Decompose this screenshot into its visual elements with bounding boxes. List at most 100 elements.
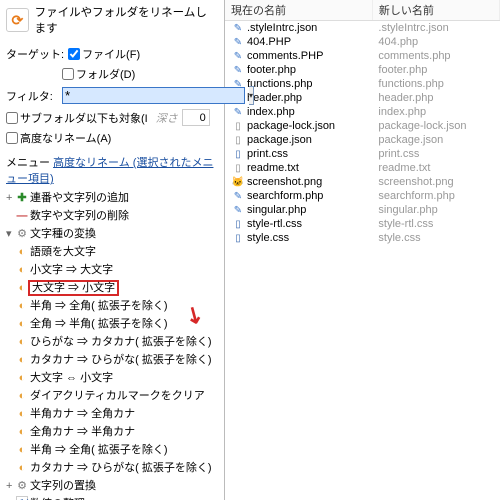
- tree-item-label: ひらがな ⇒ カタカナ( 拡張子を除く): [30, 336, 212, 348]
- target-file-checkbox[interactable]: ファイル(F): [68, 46, 140, 62]
- folder-check[interactable]: [62, 68, 74, 80]
- tree-twisty-icon[interactable]: +: [6, 192, 16, 204]
- tree-item[interactable]: ◐大文字 ⇒ 小文字: [6, 278, 218, 296]
- tree-item[interactable]: +⚙文字列の置換: [6, 476, 218, 494]
- dot-icon: ◐: [16, 462, 28, 474]
- file-current-name: functions.php: [247, 78, 312, 90]
- menu-label[interactable]: メニュー: [6, 157, 50, 169]
- file-current-name: searchform.php: [247, 190, 323, 202]
- subfolder-row: サブフォルダ以下も対象(I 深さ: [6, 109, 218, 126]
- advanced-checkbox[interactable]: 高度なリネーム(A): [6, 130, 111, 146]
- tree-item-label: ダイアクリティカルマークをクリア: [30, 390, 205, 402]
- table-row[interactable]: ✎.styleIntrc.json.styleIntrc.json: [225, 21, 500, 36]
- tree-twisty-icon[interactable]: ▾: [6, 227, 16, 240]
- tree-item[interactable]: ◐ダイアクリティカルマークをクリア: [6, 386, 218, 404]
- filter-dropdown[interactable]: ▾: [249, 86, 254, 105]
- tree-item-label: 半角 ⇒ 全角( 拡張子を除く): [30, 300, 168, 312]
- file-icon: ✎: [231, 191, 245, 202]
- tree-item[interactable]: ▾⚙文字種の変換: [6, 224, 218, 242]
- tree-item-label: 文字列の置換: [30, 480, 96, 492]
- file-icon: ✎: [231, 51, 245, 62]
- file-current-name: screenshot.png: [247, 176, 322, 188]
- depth-input[interactable]: [182, 109, 210, 126]
- table-row[interactable]: ✎404.PHP404.php: [225, 35, 500, 49]
- tree-item[interactable]: ⅑数値の整理: [6, 494, 218, 500]
- table-row[interactable]: ▯package.jsonpackage.json: [225, 133, 500, 147]
- tree-item[interactable]: ◐カタカナ ⇒ ひらがな( 拡張子を除く): [6, 350, 218, 368]
- file-current-name: singular.php: [247, 204, 306, 216]
- subfolder-label: サブフォルダ以下も対象(I: [20, 110, 148, 126]
- file-icon: ✎: [231, 37, 245, 48]
- advanced-row: 高度なリネーム(A): [6, 130, 218, 146]
- file-check[interactable]: [68, 48, 80, 60]
- plus-icon: ✚: [16, 191, 28, 204]
- panel-title: ファイルやフォルダをリネームします: [35, 4, 218, 36]
- tree-item-label: 文字種の変換: [30, 228, 96, 240]
- tree-item-label: カタカナ ⇒ ひらがな( 拡張子を除く): [30, 462, 212, 474]
- file-new-name: style-rtl.css: [372, 217, 499, 231]
- col-current[interactable]: 現在の名前: [225, 0, 372, 21]
- table-row[interactable]: ✎footer.phpfooter.php: [225, 63, 500, 77]
- subfolder-checkbox[interactable]: サブフォルダ以下も対象(I: [6, 110, 148, 126]
- tree-item[interactable]: ◐小文字 ⇒ 大文字: [6, 260, 218, 278]
- subfolder-check[interactable]: [6, 112, 18, 124]
- dot-icon: ◐: [16, 282, 28, 294]
- dot-icon: ◐: [16, 372, 28, 384]
- file-current-name: header.php: [247, 92, 302, 104]
- dot-icon: ◐: [16, 246, 28, 258]
- file-new-name: screenshot.png: [372, 175, 499, 189]
- table-row[interactable]: ▯style-rtl.cssstyle-rtl.css: [225, 217, 500, 231]
- file-current-name: package-lock.json: [247, 120, 335, 132]
- file-new-name: functions.php: [372, 77, 499, 91]
- advanced-check[interactable]: [6, 132, 18, 144]
- file-current-name: index.php: [247, 106, 295, 118]
- gear-icon: ⚙: [16, 479, 28, 492]
- file-current-name: print.css: [247, 148, 288, 160]
- minus-icon: —: [16, 210, 28, 222]
- tree-item[interactable]: ◐カタカナ ⇒ ひらがな( 拡張子を除く): [6, 458, 218, 476]
- tree-item-label: 数字や文字列の削除: [30, 210, 129, 222]
- table-row[interactable]: ✎index.phpindex.php: [225, 105, 500, 119]
- table-row[interactable]: ▯readme.txtreadme.txt: [225, 161, 500, 175]
- refresh-icon[interactable]: ⟳: [6, 8, 29, 32]
- target-folder-checkbox[interactable]: フォルダ(D): [62, 66, 135, 82]
- tree-item[interactable]: ◐全角カナ ⇒ 半角カナ: [6, 422, 218, 440]
- file-list-panel: 現在の名前 新しい名前 ✎.styleIntrc.json.styleIntrc…: [225, 0, 500, 500]
- tree-item[interactable]: ◐ひらがな ⇒ カタカナ( 拡張子を除く): [6, 332, 218, 350]
- file-icon: ▯: [231, 219, 245, 230]
- action-tree[interactable]: +✚連番や文字列の追加—数字や文字列の削除▾⚙文字種の変換◐語頭を大文字◐小文字…: [6, 188, 218, 500]
- tree-item[interactable]: —数字や文字列の削除: [6, 206, 218, 224]
- file-new-name: print.css: [372, 147, 499, 161]
- file-icon: ▯: [231, 135, 245, 146]
- target-row: ターゲット: ファイル(F): [6, 46, 218, 62]
- table-row[interactable]: ✎searchform.phpsearchform.php: [225, 189, 500, 203]
- table-row[interactable]: ▯package-lock.jsonpackage-lock.json: [225, 119, 500, 133]
- file-new-name: style.css: [372, 231, 499, 245]
- table-row[interactable]: 🐱screenshot.pngscreenshot.png: [225, 175, 500, 189]
- tree-item[interactable]: ◐大文字 ⇔ 小文字: [6, 368, 218, 386]
- col-new[interactable]: 新しい名前: [372, 0, 499, 21]
- tree-item[interactable]: ◐半角カナ ⇒ 全角カナ: [6, 404, 218, 422]
- table-row[interactable]: ▯style.cssstyle.css: [225, 231, 500, 245]
- folder-check-label: フォルダ(D): [76, 66, 135, 82]
- tree-twisty-icon[interactable]: +: [6, 480, 16, 492]
- tree-item-label: 連番や文字列の追加: [30, 192, 129, 204]
- target-folder-row: フォルダ(D): [6, 66, 218, 82]
- file-new-name: package.json: [372, 133, 499, 147]
- table-row[interactable]: ✎comments.PHPcomments.php: [225, 49, 500, 63]
- table-row[interactable]: ✎header.phpheader.php: [225, 91, 500, 105]
- tree-item-label: 全角カナ ⇒ 半角カナ: [30, 426, 135, 438]
- table-row[interactable]: ✎singular.phpsingular.php: [225, 203, 500, 217]
- table-row[interactable]: ▯print.cssprint.css: [225, 147, 500, 161]
- tree-item[interactable]: ◐語頭を大文字: [6, 242, 218, 260]
- tree-item-label: 語頭を大文字: [30, 246, 96, 258]
- file-table[interactable]: 現在の名前 新しい名前 ✎.styleIntrc.json.styleIntrc…: [225, 0, 500, 245]
- filter-input[interactable]: [62, 87, 245, 104]
- dot-icon: ◐: [16, 354, 28, 366]
- tree-item[interactable]: +✚連番や文字列の追加: [6, 188, 218, 206]
- advanced-label: 高度なリネーム(A): [20, 130, 111, 146]
- file-new-name: header.php: [372, 91, 499, 105]
- file-icon: ▯: [231, 233, 245, 244]
- table-row[interactable]: ✎functions.phpfunctions.php: [225, 77, 500, 91]
- tree-item[interactable]: ◐半角 ⇒ 全角( 拡張子を除く): [6, 440, 218, 458]
